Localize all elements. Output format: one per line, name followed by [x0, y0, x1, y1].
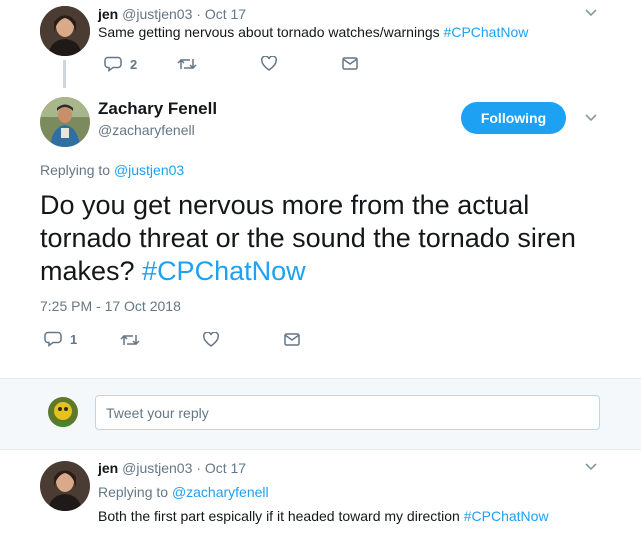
tweet-text: Same getting nervous about tornado watch… — [98, 24, 528, 40]
tweet-text-plain: Same getting nervous about tornado watch… — [98, 24, 444, 40]
author-handle[interactable]: @justjen03 — [122, 6, 192, 22]
reply-action[interactable]: 1 — [44, 331, 77, 347]
reply-count: 1 — [70, 331, 78, 347]
tweet-text-plain: Both the first part espically if it head… — [98, 508, 464, 524]
following-button[interactable]: Following — [461, 102, 566, 134]
thread-connector — [63, 60, 66, 88]
tweet-text: Do you get nervous more from the actual … — [40, 189, 576, 288]
like-icon[interactable] — [261, 56, 277, 71]
author-name[interactable]: jen — [98, 460, 118, 476]
like-icon[interactable] — [203, 332, 219, 347]
author-name[interactable]: Zachary Fenell — [98, 99, 217, 119]
divider — [0, 449, 641, 450]
retweet-icon[interactable] — [177, 57, 197, 71]
author-handle[interactable]: @justjen03 — [122, 460, 192, 476]
chevron-down-icon[interactable] — [584, 113, 598, 123]
reply-action[interactable]: 2 — [104, 56, 137, 72]
tweet-text-plain: makes? — [40, 256, 143, 286]
direct-message-icon[interactable] — [284, 333, 300, 346]
separator-dot: · — [196, 6, 201, 22]
author-name[interactable]: jen — [98, 6, 118, 22]
hashtag-link[interactable]: #CPChatNow — [444, 24, 529, 40]
tweet-text-line: tornado threat or the sound the tornado … — [40, 223, 576, 253]
reply-icon[interactable] — [104, 56, 122, 72]
hashtag-link[interactable]: #CPChatNow — [464, 508, 549, 524]
separator-dot: · — [196, 460, 201, 476]
direct-message-icon[interactable] — [342, 57, 358, 70]
chevron-down-icon[interactable] — [584, 462, 598, 472]
retweet-icon[interactable] — [120, 333, 140, 347]
replying-to-handle[interactable]: @justjen03 — [114, 162, 184, 178]
hashtag-link[interactable]: #CPChatNow — [142, 256, 306, 286]
tweet-date[interactable]: Oct 17 — [205, 6, 246, 22]
reply-input[interactable]: Tweet your reply — [95, 395, 600, 430]
tweet-text-line: Do you get nervous more from the actual — [40, 190, 530, 220]
user-avatar[interactable] — [48, 397, 78, 427]
chevron-down-icon[interactable] — [584, 8, 598, 18]
avatar-jen[interactable] — [40, 6, 90, 56]
tweet-text: Both the first part espically if it head… — [98, 508, 549, 524]
tweet-timestamp[interactable]: 7:25 PM - 17 Oct 2018 — [40, 298, 181, 314]
avatar-zachary[interactable] — [40, 97, 90, 147]
replying-to: Replying to @zacharyfenell — [98, 484, 269, 500]
reply-icon[interactable] — [44, 331, 62, 347]
replying-to: Replying to @justjen03 — [40, 162, 184, 178]
avatar-jen[interactable] — [40, 461, 90, 511]
replying-to-label: Replying to — [98, 484, 172, 500]
author-handle[interactable]: @zacharyfenell — [98, 122, 195, 138]
replying-to-label: Replying to — [40, 162, 114, 178]
tweet-text-line: makes? #CPChatNow — [40, 255, 576, 288]
reply-count: 2 — [130, 56, 138, 72]
tweet-date[interactable]: Oct 17 — [205, 460, 246, 476]
reply-composer: Tweet your reply — [0, 379, 641, 449]
replying-to-handle[interactable]: @zacharyfenell — [172, 484, 269, 500]
